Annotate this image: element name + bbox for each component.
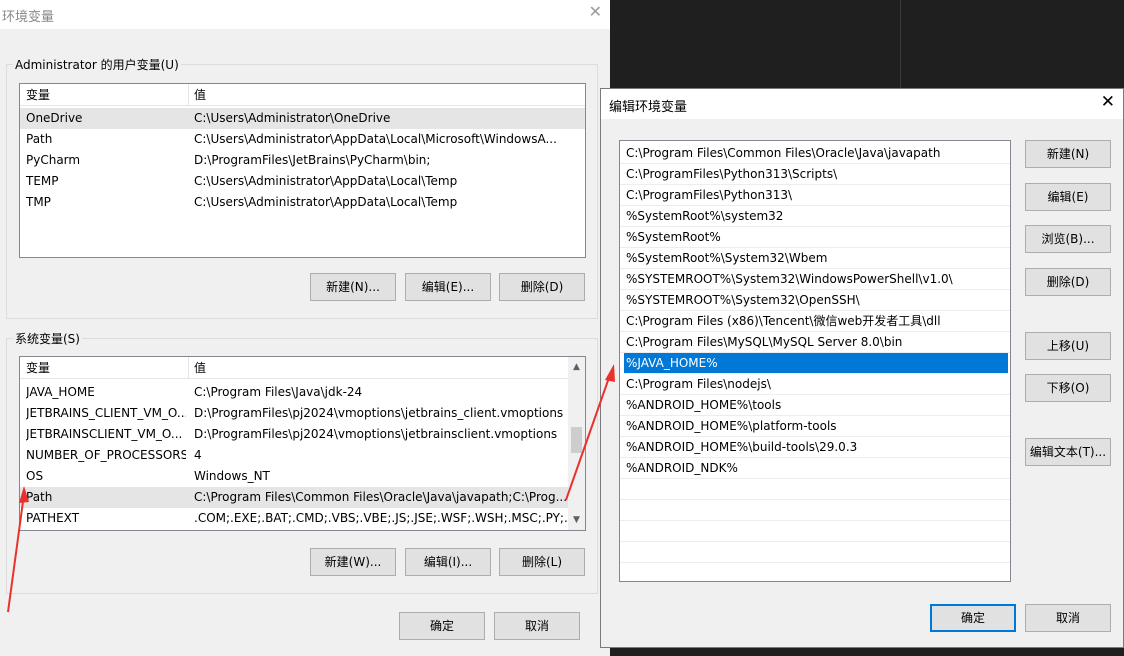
cancel-button[interactable]: 取消 [1025,604,1111,632]
column-header-name[interactable]: 变量 [20,84,50,106]
close-icon[interactable]: ✕ [589,4,602,20]
ok-button[interactable]: 确定 [930,604,1016,632]
list-item[interactable]: C:\ProgramFiles\Python313\Scripts\ [620,164,1010,185]
system-vars-label: 系统变量(S) [13,330,82,347]
background-divider [900,0,901,90]
table-row[interactable]: OS Windows_NT [20,466,568,487]
list-item[interactable]: %SystemRoot%\system32 [620,206,1010,227]
dialog-title-bar: 编辑环境变量 ✕ [601,89,1123,119]
table-row[interactable]: Path C:\Program Files\Common Files\Oracle… [20,487,568,508]
browse-button[interactable]: 浏览(B)... [1025,225,1111,253]
empty-row[interactable] [620,542,1010,563]
system-new-button[interactable]: 新建(W)... [310,548,396,576]
list-item[interactable]: %ANDROID_HOME%\tools [620,395,1010,416]
new-path-button[interactable]: 新建(N) [1025,140,1111,168]
empty-row[interactable] [620,521,1010,542]
scrollbar-thumb[interactable] [571,427,582,453]
system-delete-button[interactable]: 删除(L) [499,548,585,576]
chevron-down-icon[interactable]: ▼ [568,515,585,525]
list-item[interactable]: %ANDROID_NDK% [620,458,1010,479]
edit-text-button[interactable]: 编辑文本(T)... [1025,438,1111,466]
title-bar: 环境变量 ✕ [0,0,610,29]
edit-env-var-dialog: 编辑环境变量 ✕ C:\Program Files\Common Files\O… [600,88,1124,648]
table-row[interactable]: PATHEXT .COM;.EXE;.BAT;.CMD;.VBS;.VBE;.JS… [20,508,585,529]
empty-row[interactable] [620,500,1010,521]
table-row[interactable]: PyCharm D:\ProgramFiles\JetBrains\PyCharm… [20,150,585,171]
table-row[interactable]: TEMP C:\Users\Administrator\AppData\Local… [20,171,585,192]
table-row[interactable]: NUMBER_OF_PROCESSORS 4 [20,445,568,466]
edit-path-button[interactable]: 编辑(E) [1025,183,1111,211]
user-vars-label: Administrator 的用户变量(U) [13,56,181,73]
list-item[interactable]: C:\Program Files\nodejs\ [620,374,1010,395]
window-title: 环境变量 [2,10,55,25]
empty-row[interactable] [620,479,1010,500]
list-item[interactable]: %SYSTEMROOT%\System32\WindowsPowerShell\… [620,269,1010,290]
user-edit-button[interactable]: 编辑(E)... [405,273,491,301]
list-item[interactable]: %SystemRoot%\System32\Wbem [620,248,1010,269]
list-item[interactable]: %SystemRoot% [620,227,1010,248]
list-item[interactable]: %ANDROID_HOME%\platform-tools [620,416,1010,437]
system-vars-list[interactable]: 变量 值 JAVA_HOME C:\Program Files\Java\jdk-… [19,356,586,531]
table-row[interactable]: JETBRAINS_CLIENT_VM_O... D:\ProgramFiles\… [20,403,568,424]
list-item[interactable]: %SYSTEMROOT%\System32\OpenSSH\ [620,290,1010,311]
system-vars-scrollbar[interactable]: ▲ ▼ [568,357,585,530]
path-list[interactable]: C:\Program Files\Common Files\Oracle\Jav… [619,140,1011,582]
system-edit-button[interactable]: 编辑(I)... [405,548,491,576]
table-row[interactable]: JETBRAINSCLIENT_VM_O... D:\ProgramFiles\p… [20,424,568,445]
list-item[interactable]: C:\ProgramFiles\Python313\ [620,185,1010,206]
cancel-button[interactable]: 取消 [494,612,580,640]
ok-button[interactable]: 确定 [399,612,485,640]
user-vars-list[interactable]: 变量 值 OneDrive C:\Users\Administrator\OneD… [19,83,586,258]
dialog-title: 编辑环境变量 [609,100,688,115]
column-header-value[interactable]: 值 [188,357,206,379]
list-item[interactable]: C:\Program Files (x86)\Tencent\微信web开发者工… [620,311,1010,332]
chevron-up-icon[interactable]: ▲ [568,362,585,372]
list-item-selected[interactable]: %JAVA_HOME% [624,353,1008,374]
table-row[interactable]: Path C:\Users\Administrator\AppData\Local… [20,129,585,150]
env-vars-window: 环境变量 ✕ Administrator 的用户变量(U) 变量 值 OneDr… [0,0,610,656]
move-down-button[interactable]: 下移(O) [1025,374,1111,402]
delete-path-button[interactable]: 删除(D) [1025,268,1111,296]
close-icon[interactable]: ✕ [1101,94,1115,111]
move-up-button[interactable]: 上移(U) [1025,332,1111,360]
user-new-button[interactable]: 新建(N)... [310,273,396,301]
table-row[interactable]: OneDrive C:\Users\Administrator\OneDrive [20,108,585,129]
table-row[interactable]: JAVA_HOME C:\Program Files\Java\jdk-24 [20,382,568,403]
list-item[interactable]: %ANDROID_HOME%\build-tools\29.0.3 [620,437,1010,458]
list-header: 变量 值 [20,357,568,379]
list-item[interactable]: C:\Program Files\Common Files\Oracle\Jav… [620,143,1010,164]
table-row[interactable]: TMP C:\Users\Administrator\AppData\Local\… [20,192,585,213]
column-header-name[interactable]: 变量 [20,357,50,379]
user-delete-button[interactable]: 删除(D) [499,273,585,301]
list-item[interactable]: C:\Program Files\MySQL\MySQL Server 8.0\… [620,332,1010,353]
column-header-value[interactable]: 值 [188,84,206,106]
list-header: 变量 值 [20,84,585,106]
